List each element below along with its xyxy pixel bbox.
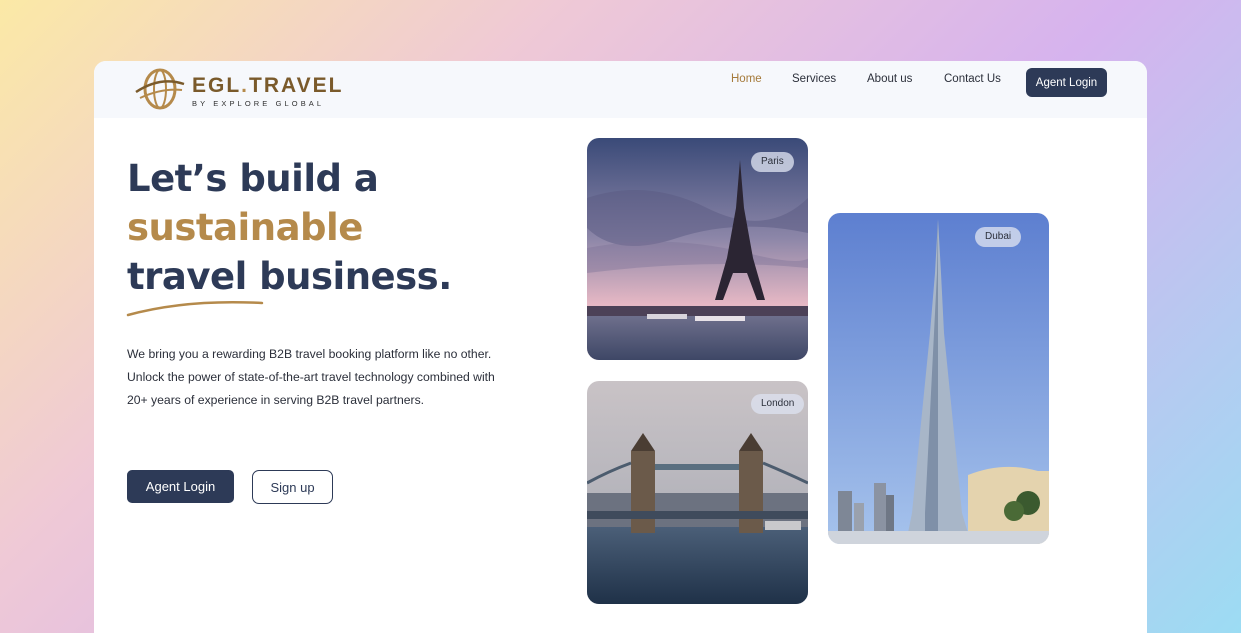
nav-services[interactable]: Services xyxy=(792,73,836,85)
headline-line-1: Let’s build a xyxy=(127,157,379,200)
globe-logo-icon xyxy=(135,68,185,110)
nav-agent-login-button[interactable]: Agent Login xyxy=(1026,68,1107,97)
nav-contact-us[interactable]: Contact Us xyxy=(944,73,1001,85)
page-frame: EGL.TRAVEL BY EXPLORE GLOBAL Home Servic… xyxy=(94,61,1147,633)
paris-tag: Paris xyxy=(751,152,794,172)
london-tower-bridge-image xyxy=(587,381,808,604)
underline-swoosh-icon xyxy=(126,300,264,317)
headline-line-3: travel business. xyxy=(127,255,452,298)
nav-about-us[interactable]: About us xyxy=(867,73,912,85)
brand-tagline: BY EXPLORE GLOBAL xyxy=(192,99,325,108)
destination-card-dubai[interactable]: Dubai xyxy=(828,213,1049,544)
logo[interactable]: EGL.TRAVEL BY EXPLORE GLOBAL xyxy=(134,66,341,112)
sign-up-button[interactable]: Sign up xyxy=(252,470,333,504)
navbar: EGL.TRAVEL BY EXPLORE GLOBAL Home Servic… xyxy=(94,61,1147,118)
dubai-burj-khalifa-image xyxy=(828,213,1049,544)
hero-description: We bring you a rewarding B2B travel book… xyxy=(127,347,495,407)
hero-headline: Let’s build a sustainable travel busines… xyxy=(127,154,452,301)
destination-card-london[interactable]: London xyxy=(587,381,808,604)
headline-line-2: sustainable xyxy=(127,206,363,249)
london-tag: London xyxy=(751,394,805,414)
brand-name: EGL.TRAVEL xyxy=(192,74,344,97)
destination-card-paris[interactable]: Paris xyxy=(587,138,808,360)
agent-login-button[interactable]: Agent Login xyxy=(127,470,234,503)
nav-home[interactable]: Home xyxy=(731,73,762,85)
dubai-tag: Dubai xyxy=(975,227,1022,247)
